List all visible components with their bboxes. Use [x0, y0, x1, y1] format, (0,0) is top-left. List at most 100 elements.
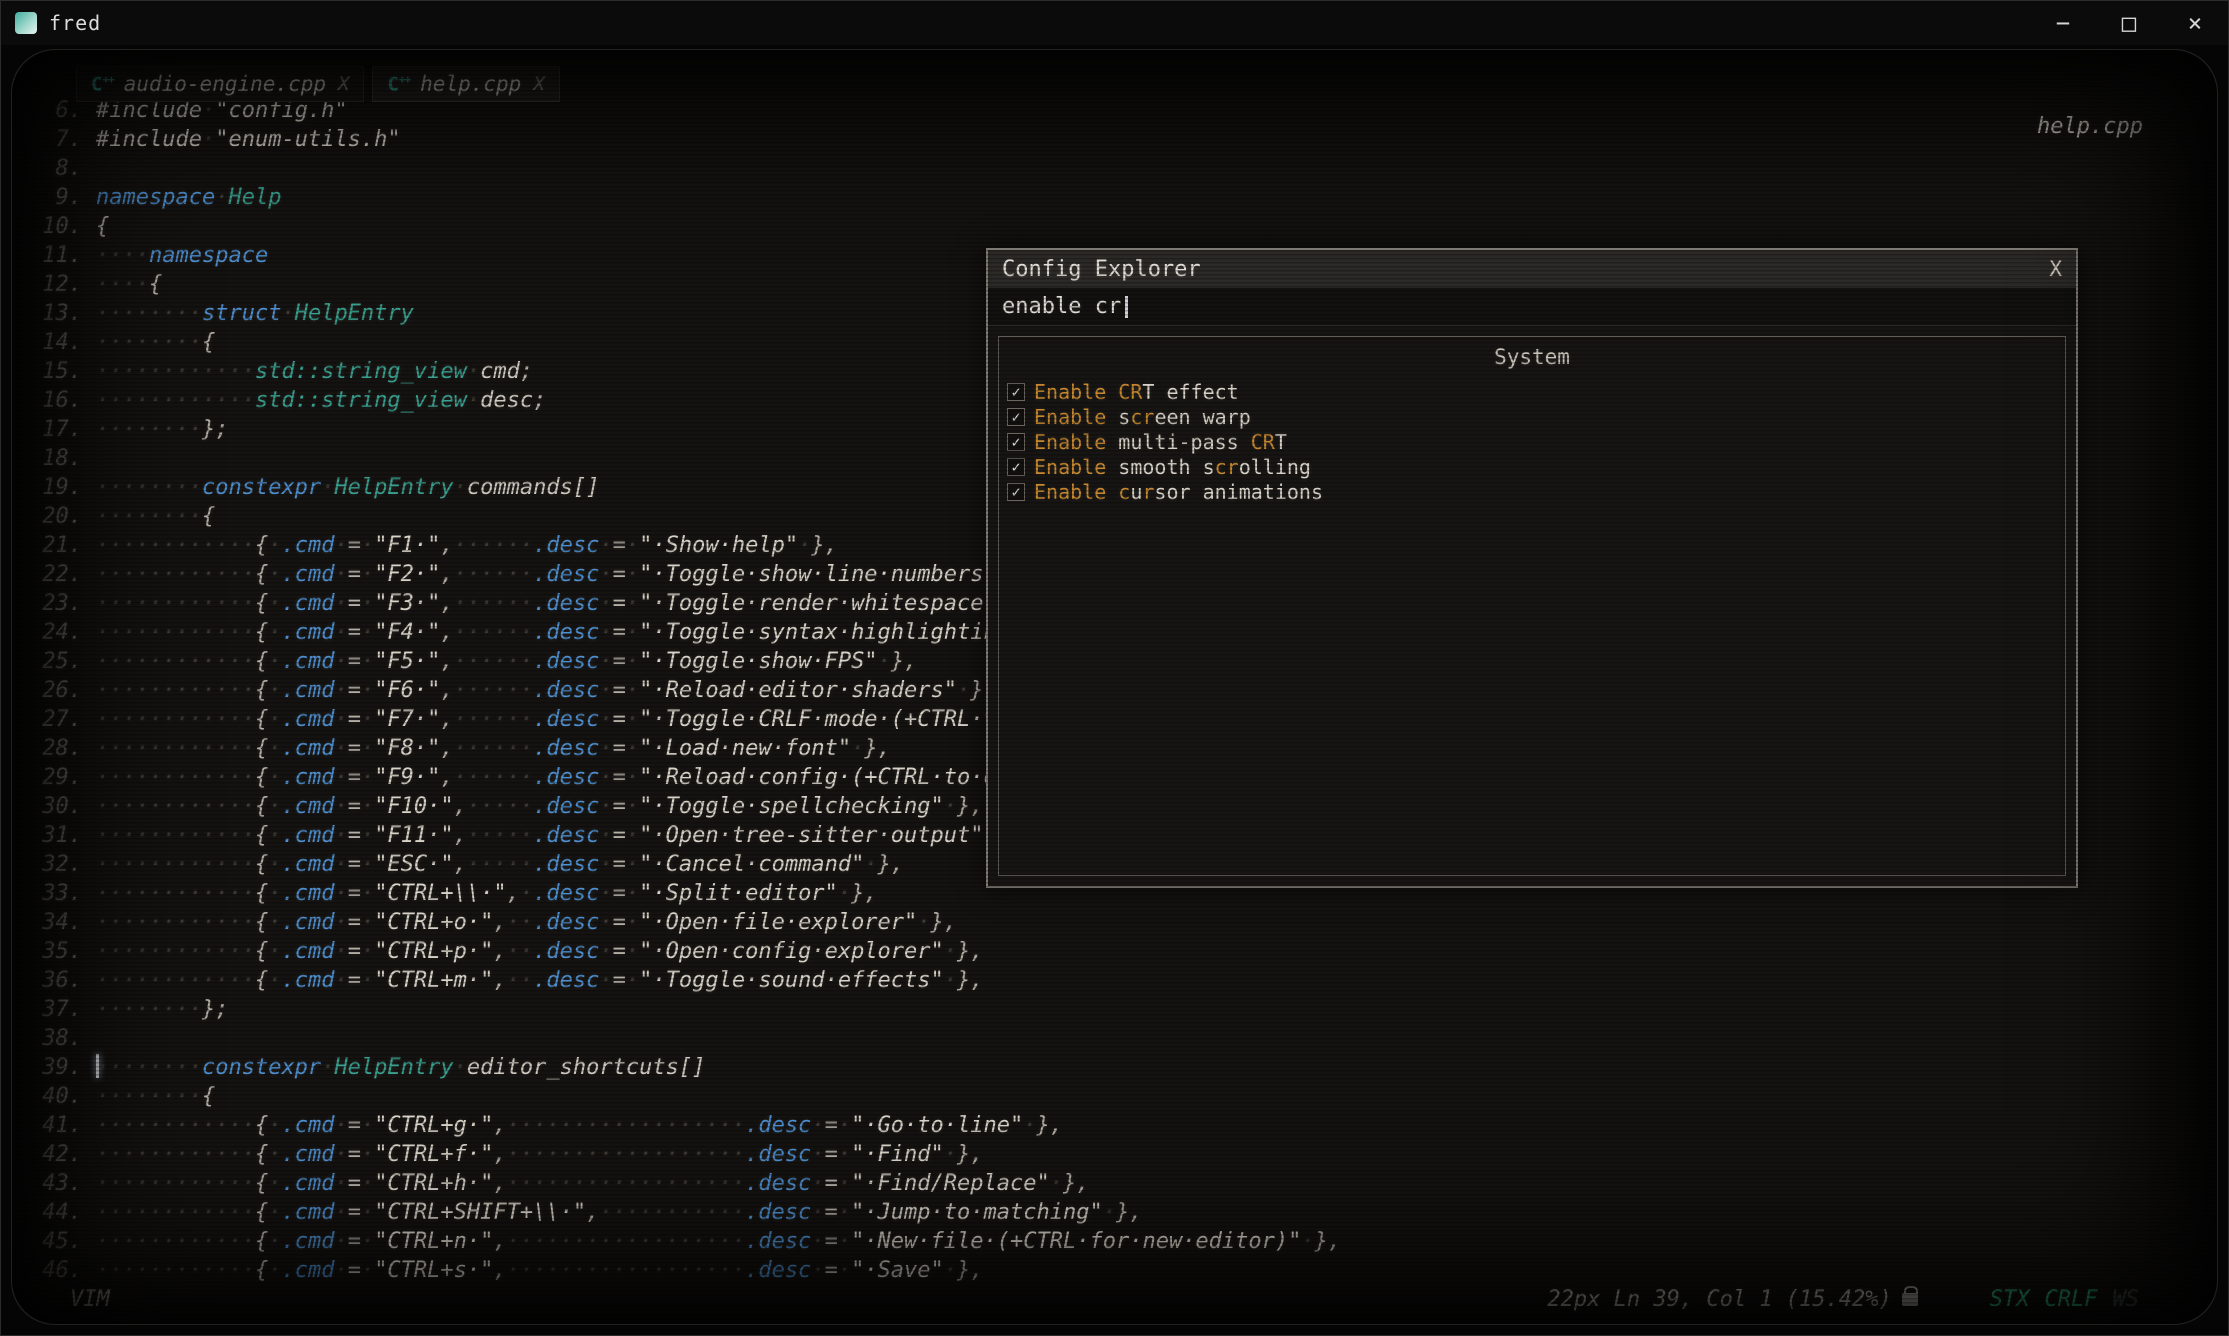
cpp-file-icon: C [387, 73, 410, 95]
tab-close-button[interactable]: X [533, 73, 544, 95]
line-content: ············{·.cmd·=·"CTRL+h·",·········… [96, 1169, 1090, 1198]
code-line-39[interactable]: 39.········constexpr·HelpEntry·editor_sh… [12, 1053, 2217, 1082]
code-line-38[interactable]: 38. [12, 1024, 2217, 1053]
line-content: ············{·.cmd·=·"F4·",······.desc·=… [96, 618, 1063, 647]
checkbox-checked-icon[interactable]: ✓ [1007, 408, 1025, 426]
line-number: 43. [12, 1169, 96, 1198]
cursor-position-info: 22px Ln 39, Col 1 (15.42%) [1547, 1287, 1891, 1312]
tab-help.cpp[interactable]: Chelp.cpp X [372, 66, 559, 102]
code-line-44[interactable]: 44.············{·.cmd·=·"CTRL+SHIFT+\\·"… [12, 1198, 2217, 1227]
line-number: 30. [12, 792, 96, 821]
tab-audio-engine.cpp[interactable]: Caudio-engine.cppX [76, 66, 364, 102]
line-content: ············{·.cmd·=·"CTRL+SHIFT+\\·",··… [96, 1198, 1142, 1227]
dialog-titlebar: Config Explorer X [988, 250, 2076, 288]
line-content: ············{·.cmd·=·"F11·",·····.desc·=… [96, 821, 1023, 850]
line-number: 40. [12, 1082, 96, 1111]
line-content: ········}; [96, 995, 228, 1024]
line-content: ············{·.cmd·=·"CTRL+n·",·········… [96, 1227, 1341, 1256]
config-option-label: Enable multi-pass CRT [1034, 430, 1287, 454]
window-controls: − □ × [2030, 1, 2228, 45]
code-line-45[interactable]: 45.············{·.cmd·=·"CTRL+n·",······… [12, 1227, 2217, 1256]
code-line-40[interactable]: 40.········{ [12, 1082, 2217, 1111]
line-content: { [96, 212, 109, 241]
line-number: 28. [12, 734, 96, 763]
line-number: 16. [12, 386, 96, 415]
checkbox-checked-icon[interactable]: ✓ [1007, 458, 1025, 476]
line-number: 37. [12, 995, 96, 1024]
close-button[interactable]: × [2162, 1, 2228, 45]
config-search-query: enable cr [1002, 294, 1121, 319]
code-line-34[interactable]: 34.············{·.cmd·=·"CTRL+o·",··.des… [12, 908, 2217, 937]
line-number: 27. [12, 705, 96, 734]
code-line-42[interactable]: 42.············{·.cmd·=·"CTRL+f·",······… [12, 1140, 2217, 1169]
line-number: 32. [12, 850, 96, 879]
code-line-36[interactable]: 36.············{·.cmd·=·"CTRL+m·",··.des… [12, 966, 2217, 995]
line-number: 10. [12, 212, 96, 241]
line-content: #include·"enum-utils.h" [96, 125, 401, 154]
code-line-10[interactable]: 10.{ [12, 212, 2217, 241]
checkbox-checked-icon[interactable]: ✓ [1007, 483, 1025, 501]
line-content: ············std::string_view·cmd; [96, 357, 533, 386]
search-cursor [1125, 296, 1128, 318]
line-number: 39. [12, 1053, 96, 1082]
line-content: ········{ [96, 1082, 215, 1111]
code-line-43[interactable]: 43.············{·.cmd·=·"CTRL+h·",······… [12, 1169, 2217, 1198]
window-title: fred [49, 11, 101, 35]
line-number: 44. [12, 1198, 96, 1227]
line-content: ············{·.cmd·=·"CTRL+g·",·········… [96, 1111, 1063, 1140]
line-number: 9. [12, 183, 96, 212]
line-number: 31. [12, 821, 96, 850]
config-search-input[interactable]: enable cr [988, 288, 2076, 326]
line-content: ············{·.cmd·=·"ESC·",·····.desc·=… [96, 850, 904, 879]
status-flags: STXCRLFWS [1990, 1287, 2139, 1312]
code-line-8[interactable]: 8. [12, 154, 2217, 183]
line-number: 13. [12, 299, 96, 328]
code-line-46[interactable]: 46.············{·.cmd·=·"CTRL+s·",······… [12, 1256, 2217, 1285]
code-line-7[interactable]: 7.#include·"enum-utils.h" [12, 125, 2217, 154]
line-number: 22. [12, 560, 96, 589]
line-content: ········struct·HelpEntry [96, 299, 414, 328]
config-option[interactable]: ✓ Enable multi-pass CRT [1007, 429, 2057, 454]
config-explorer-dialog: Config Explorer X enable cr System ✓Enab… [986, 248, 2078, 888]
config-option-label: Enable screen warp [1034, 405, 1251, 429]
config-section-header: System [1007, 345, 2057, 369]
line-number: 38. [12, 1024, 96, 1053]
tab-close-button[interactable]: X [338, 73, 349, 95]
line-content: ············std::string_view·desc; [96, 386, 546, 415]
line-number: 34. [12, 908, 96, 937]
line-content: ········{ [96, 502, 215, 531]
line-content: ············{·.cmd·=·"F1·",······.desc·=… [96, 531, 838, 560]
line-number: 46. [12, 1256, 96, 1285]
config-option[interactable]: ✓ Enable CRT effect [1007, 379, 2057, 404]
config-option-label: Enable CRT effect [1034, 380, 1239, 404]
checkbox-checked-icon[interactable]: ✓ [1007, 433, 1025, 451]
status-right: 22px Ln 39, Col 1 (15.42%) STXCRLFWS [1547, 1287, 2139, 1312]
line-content: namespace·Help [96, 183, 281, 212]
config-option[interactable]: ✓ Enable screen warp [1007, 404, 2057, 429]
dialog-close-icon[interactable]: X [2049, 257, 2062, 281]
code-line-37[interactable]: 37.········}; [12, 995, 2217, 1024]
line-number: 17. [12, 415, 96, 444]
minimize-button[interactable]: − [2030, 1, 2096, 45]
line-content: ············{·.cmd·=·"F6·",······.desc·=… [96, 676, 997, 705]
vim-mode-indicator: VIM [70, 1287, 110, 1312]
config-option-label: Enable cursor animations [1034, 480, 1323, 504]
line-number: 7. [12, 125, 96, 154]
line-number: 42. [12, 1140, 96, 1169]
line-content: ············{·.cmd·=·"F2·",······.desc·=… [96, 560, 1037, 589]
tab-bar: Caudio-engine.cppX Chelp.cpp X [76, 66, 560, 102]
line-number: 26. [12, 676, 96, 705]
tab-label: help.cpp [420, 72, 521, 96]
line-content: ············{·.cmd·=·"CTRL+s·",·········… [96, 1256, 984, 1285]
line-content: ····{ [96, 270, 162, 299]
code-line-9[interactable]: 9.namespace·Help [12, 183, 2217, 212]
config-option[interactable]: ✓Enable smooth scrolling [1007, 454, 2057, 479]
code-line-35[interactable]: 35.············{·.cmd·=·"CTRL+p·",··.des… [12, 937, 2217, 966]
line-content: ············{·.cmd·=·"CTRL+p·",··.desc·=… [96, 937, 984, 966]
line-content: ············{·.cmd·=·"F5·",······.desc·=… [96, 647, 917, 676]
checkbox-checked-icon[interactable]: ✓ [1007, 383, 1025, 401]
config-option[interactable]: ✓ Enable cursor animations [1007, 479, 2057, 504]
maximize-button[interactable]: □ [2096, 1, 2162, 45]
line-content: ············{·.cmd·=·"F10·",·····.desc·=… [96, 792, 984, 821]
code-line-41[interactable]: 41.············{·.cmd·=·"CTRL+g·",······… [12, 1111, 2217, 1140]
